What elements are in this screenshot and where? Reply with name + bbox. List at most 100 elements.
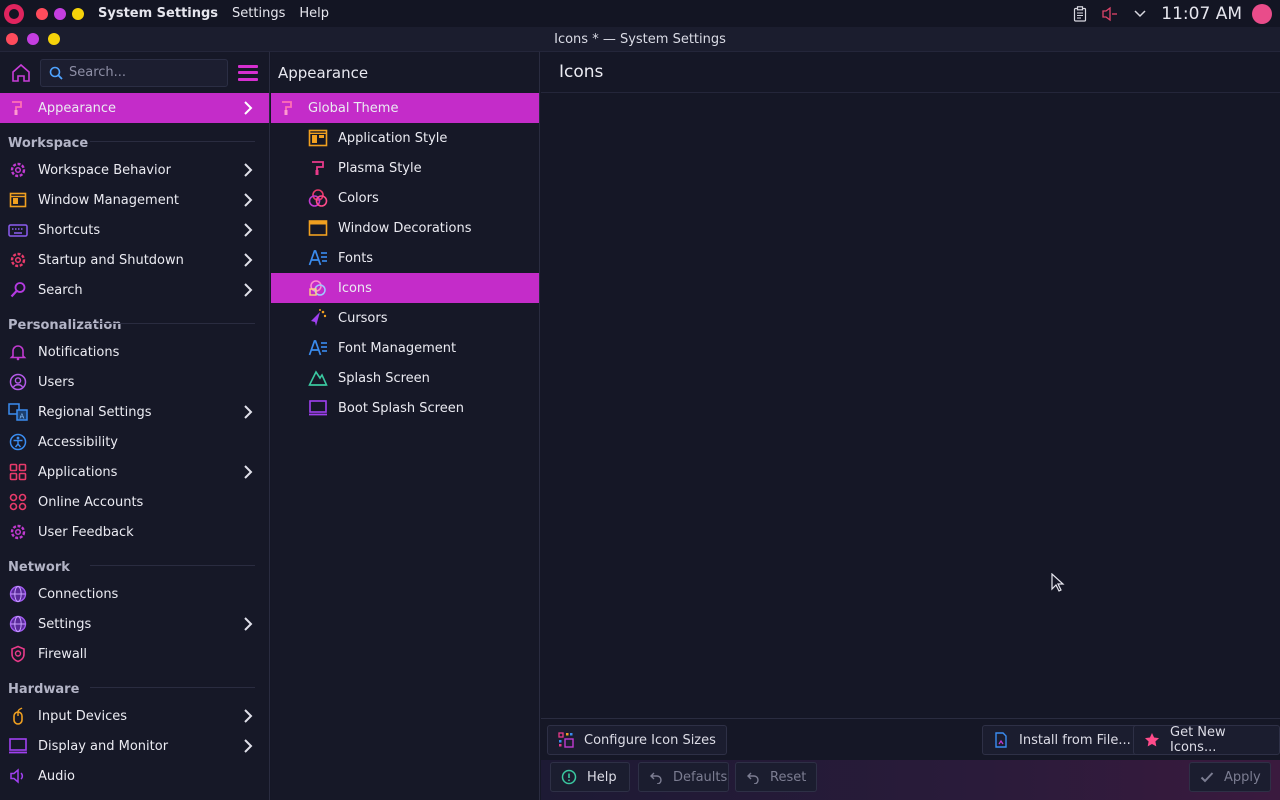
sidebar-item-label: Firewall [38,646,88,662]
page-title: Icons [541,52,1280,93]
boot-splash-monitor-icon [308,398,328,418]
reset-button[interactable]: Reset [735,762,817,792]
sidebar-item-input-devices[interactable]: Input Devices [0,701,269,731]
globe-icon [8,584,28,604]
minimize-dot-icon[interactable] [54,7,66,20]
sidebar-item-applications[interactable]: Applications [0,457,269,487]
sidebar-item-label: Startup and Shutdown [38,252,184,268]
home-icon[interactable] [10,62,32,84]
sidebar-item-accessibility[interactable]: Accessibility [0,427,269,457]
fonts-icon [308,248,328,268]
apply-button[interactable]: Apply [1189,762,1271,792]
menu-help[interactable]: Help [299,6,329,21]
top-panel: System Settings Settings Help 11:07 AM [0,0,1280,27]
close-dot-icon[interactable] [36,7,48,20]
sidebar-item-label: Appearance [38,100,117,116]
sidebar-item-online-accounts[interactable]: Online Accounts [0,487,269,517]
sidebar-item-regional-settings[interactable]: A Regional Settings [0,397,269,427]
window-titlebar: Icons * — System Settings [0,27,1280,52]
chevron-right-icon [244,739,253,753]
font-management-icon [308,338,328,358]
icons-page: Icons Configure Icon Sizes Install from … [541,52,1280,800]
sidebar-item-label: Settings [38,616,92,632]
help-button[interactable]: Help [550,762,630,792]
apply-label: Apply [1224,769,1261,785]
defaults-label: Defaults [673,769,728,785]
configure-sizes-icon [558,732,574,748]
application-style-icon [308,128,328,148]
clipboard-icon[interactable] [1071,5,1089,23]
feedback-gear-icon [8,522,28,542]
sidebar-item-connections[interactable]: Connections [0,579,269,609]
appearance-item-fonts[interactable]: Fonts [271,243,539,273]
appearance-item-label: Colors [338,190,379,206]
sidebar-item-users[interactable]: Users [0,367,269,397]
appearance-item-application-style[interactable]: Application Style [271,123,539,153]
appearance-item-icons[interactable]: Icons [271,273,539,303]
icons-theme-icon [308,278,328,298]
sidebar-item-label: Display and Monitor [38,738,169,754]
language-icon: A [8,402,28,422]
appearance-item-colors[interactable]: Colors [271,183,539,213]
appearance-item-global-theme[interactable]: Global Theme [271,93,539,123]
get-new-icons-button[interactable]: Get New Icons... [1133,725,1280,755]
configure-icon-sizes-label: Configure Icon Sizes [584,732,716,748]
window-minimize-icon[interactable] [27,33,39,45]
appearance-item-label: Plasma Style [338,160,422,176]
section-personalization: Personalization [0,305,269,337]
sidebar-item-shortcuts[interactable]: Shortcuts [0,215,269,245]
section-workspace: Workspace [0,123,269,155]
window-close-icon[interactable] [6,33,18,45]
appearance-item-window-decorations[interactable]: Window Decorations [271,213,539,243]
sidebar: Appearance Workspace Workspace Behavior … [0,52,270,800]
sidebar-item-search[interactable]: Search [0,275,269,305]
maximize-dot-icon[interactable] [72,7,84,20]
sidebar-item-workspace-behavior[interactable]: Workspace Behavior [0,155,269,185]
appearance-item-label: Splash Screen [338,370,430,386]
configure-icon-sizes-button[interactable]: Configure Icon Sizes [547,725,727,755]
appearance-item-plasma-style[interactable]: Plasma Style [271,153,539,183]
sidebar-item-appearance[interactable]: Appearance [0,93,269,123]
appearance-item-cursors[interactable]: Cursors [271,303,539,333]
search-input[interactable] [69,65,219,80]
online-accounts-icon [8,492,28,512]
sidebar-item-notifications[interactable]: Notifications [0,337,269,367]
menu-settings[interactable]: Settings [232,6,285,21]
appearance-item-font-management[interactable]: Font Management [271,333,539,363]
appearance-item-splash-screen[interactable]: Splash Screen [271,363,539,393]
app-launcher-icon[interactable] [4,3,24,24]
startup-gear-icon [8,250,28,270]
sidebar-item-firewall[interactable]: Firewall [0,639,269,669]
chevron-down-icon[interactable] [1131,5,1149,23]
defaults-undo-icon [649,769,663,785]
sidebar-item-network-settings[interactable]: Settings [0,609,269,639]
chevron-right-icon [244,405,253,419]
sidebar-item-window-management[interactable]: Window Management [0,185,269,215]
volume-muted-icon[interactable] [1101,5,1119,23]
mouse-pointer-icon [1051,573,1065,592]
hamburger-menu-icon[interactable] [238,64,258,81]
appearance-item-label: Font Management [338,340,457,356]
sidebar-item-user-feedback[interactable]: User Feedback [0,517,269,547]
icons-toolbar: Configure Icon Sizes Install from File..… [541,718,1280,760]
chevron-right-icon [244,253,253,267]
window-management-icon [8,190,28,210]
dialog-button-bar: Help Defaults Reset Apply [541,760,1280,800]
monitor-icon [8,736,28,756]
appearance-item-boot-splash-screen[interactable]: Boot Splash Screen [271,393,539,423]
sidebar-item-startup-shutdown[interactable]: Startup and Shutdown [0,245,269,275]
sidebar-item-display-monitor[interactable]: Display and Monitor [0,731,269,761]
window-maximize-icon[interactable] [48,33,60,45]
menu-system-settings[interactable]: System Settings [98,6,218,21]
global-theme-icon [278,98,298,118]
user-avatar-icon[interactable] [1252,3,1272,24]
clock[interactable]: 11:07 AM [1161,4,1242,24]
sidebar-item-label: Audio [38,768,75,784]
sidebar-item-label: Users [38,374,75,390]
search-field[interactable] [40,58,228,87]
help-label: Help [587,769,617,785]
sidebar-item-audio[interactable]: Audio [0,761,269,791]
defaults-button[interactable]: Defaults [638,762,729,792]
appearance-item-label: Icons [338,280,372,296]
install-from-file-button[interactable]: Install from File... [982,725,1142,755]
